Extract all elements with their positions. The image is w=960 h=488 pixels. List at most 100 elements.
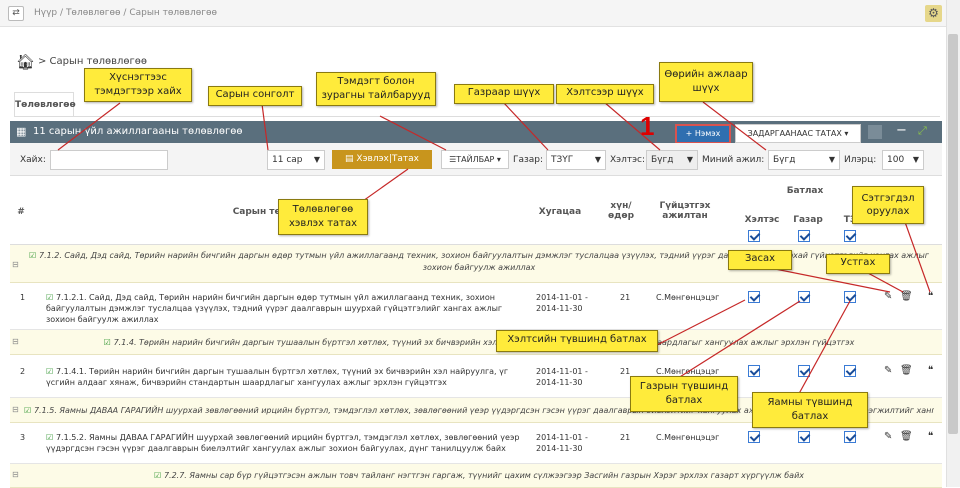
- breadcrumb-plan[interactable]: Төлөвлөгөө: [66, 8, 121, 18]
- callout-approve-dept: Хэлтсийн түвшинд батлах: [496, 330, 658, 352]
- tab-divider: [14, 116, 940, 117]
- dept-select[interactable]: ТЗҮГ ▼: [546, 150, 606, 170]
- level-select[interactable]: Бүгд ▼: [646, 150, 698, 170]
- chevron-down-icon: ▼: [594, 155, 601, 164]
- col-period[interactable]: Хугацаа: [530, 207, 590, 217]
- callout-approve-ministry: Яамны түвшинд батлах: [752, 392, 868, 428]
- tab-plan[interactable]: Төлөвлөгөө: [14, 92, 76, 117]
- row-period-end: 2014-11-30: [536, 378, 583, 387]
- group-title: ☑ 7.1.2. Сайд, Дэд сайд, Төрийн нарийн б…: [24, 250, 934, 274]
- home-icon[interactable]: 🏠︎: [16, 53, 35, 71]
- checkmark-icon: ☑: [46, 367, 56, 376]
- callout-search: Хүснэгтээс тэмдэгтээр хайх: [84, 68, 192, 102]
- panel-title: 11 сарын үйл ажиллагааны төлөвлөгөө: [33, 126, 243, 137]
- dept-label: Газар:: [513, 155, 544, 165]
- callout-level: Хэлтсээр шүүх: [556, 84, 654, 104]
- breadcrumb-home[interactable]: Нүүр: [34, 8, 57, 18]
- chevron-down-icon: ▼: [828, 155, 835, 164]
- pencil-icon[interactable]: ✎: [884, 365, 892, 376]
- row-name-text: 7.1.2.1. Сайд, Дэд сайд, Төрийн нарийн б…: [46, 293, 503, 324]
- row-name[interactable]: ☑ 7.1.2.1. Сайд, Дэд сайд, Төрийн нарийн…: [46, 292, 521, 325]
- gear-icon[interactable]: ⚙: [925, 5, 942, 22]
- row-days: 21: [620, 293, 631, 302]
- download-label: Хэвлэх|Татах: [356, 154, 419, 164]
- chevron-down-icon: ▼: [686, 155, 693, 164]
- approve-all-dept-checkbox[interactable]: [748, 230, 760, 242]
- comment-icon[interactable]: ❝: [928, 431, 933, 442]
- approve-dir-checkbox[interactable]: [798, 431, 810, 443]
- approve-dept-checkbox[interactable]: [748, 365, 760, 377]
- col-executor[interactable]: Гүйцэтгэх ажилтан: [650, 201, 720, 221]
- row-days: 21: [620, 433, 631, 442]
- approve-dir-checkbox[interactable]: [798, 291, 810, 303]
- approve-top-checkbox[interactable]: [844, 365, 856, 377]
- breadcrumb-separator: /: [123, 8, 127, 18]
- approve-dept-checkbox[interactable]: [748, 431, 760, 443]
- collapse-group-icon[interactable]: ⊟: [12, 405, 19, 414]
- calendar-icon: ▦: [16, 125, 27, 138]
- group-title: ☑ 7.1.4. Төрийн нарийн бичгийн даргын ту…: [24, 337, 934, 349]
- legend-dropdown[interactable]: ☰ТАЙЛБАР ▾: [441, 150, 509, 169]
- month-value: 11 сар: [272, 155, 303, 165]
- col-days[interactable]: хүн/ өдөр: [605, 201, 637, 221]
- add-button[interactable]: + Нэмэх: [675, 124, 731, 144]
- collapse-group-icon[interactable]: ⊟: [12, 470, 19, 479]
- mywork-value: Бүгд: [773, 155, 796, 165]
- approve-top-checkbox[interactable]: [844, 431, 856, 443]
- rows-select[interactable]: 100 ▼: [882, 150, 924, 170]
- rows-label: Илэрц:: [844, 155, 877, 165]
- checkmark-icon: ☑: [46, 433, 56, 442]
- step-number: 1: [640, 111, 655, 141]
- file-icon: ▤: [345, 154, 357, 164]
- comment-icon[interactable]: ❝: [928, 291, 933, 302]
- col-approve: Батлах: [786, 186, 824, 196]
- download-button[interactable]: ▤ Хэвлэх|Татах: [332, 150, 432, 169]
- row-period-end: 2014-11-30: [536, 444, 583, 453]
- page-title: > Сарын төлөвлөгөө: [38, 56, 147, 67]
- export-dropdown[interactable]: ЗАДАРГААНААС ТАТАХ ▾: [735, 124, 861, 143]
- expand-icon[interactable]: ⤢: [918, 124, 927, 138]
- callout-edit: Засах: [728, 250, 792, 270]
- breadcrumb-separator: /: [60, 8, 64, 18]
- month-select[interactable]: 11 сар ▼: [267, 150, 325, 170]
- trash-icon[interactable]: 🗑︎: [900, 431, 913, 442]
- callout-download: Төлөвлөгөө хэвлэх татах: [278, 199, 368, 235]
- row-name-text: 7.1.4.1. Төрийн нарийн бичгийн даргын ту…: [46, 367, 509, 387]
- approve-all-top-checkbox[interactable]: [844, 230, 856, 242]
- level-label: Хэлтэс:: [610, 155, 646, 165]
- chevron-down-icon: ▼: [313, 155, 320, 164]
- fullscreen-toggle[interactable]: [868, 125, 882, 139]
- approve-all-dir-checkbox[interactable]: [798, 230, 810, 242]
- collapse-group-icon[interactable]: ⊟: [12, 337, 19, 346]
- row-name[interactable]: ☑ 7.1.4.1. Төрийн нарийн бичгийн даргын …: [46, 366, 521, 388]
- pencil-icon[interactable]: ✎: [884, 431, 892, 442]
- comment-icon[interactable]: ❝: [928, 365, 933, 376]
- pencil-icon[interactable]: ✎: [884, 291, 892, 302]
- approve-dir-checkbox[interactable]: [798, 365, 810, 377]
- trash-icon[interactable]: 🗑︎: [900, 365, 913, 376]
- breadcrumb: Нүүр / Төлөвлөгөө / Сарын төлөвлөгөө: [34, 8, 217, 18]
- search-input[interactable]: [50, 150, 168, 170]
- row-name[interactable]: ☑ 7.1.5.2. Яамны ДАВАА ГАРАГИЙН шуурхай …: [46, 432, 521, 454]
- group-text: 7.1.4. Төрийн нарийн бичгийн даргын туша…: [113, 338, 855, 347]
- trash-icon[interactable]: 🗑︎: [900, 291, 913, 302]
- collapse-group-icon[interactable]: ⊟: [12, 260, 19, 269]
- callout-approve-dir: Газрын түвшинд батлах: [630, 376, 738, 412]
- mywork-select[interactable]: Бүгд ▼: [768, 150, 840, 170]
- level-value: Бүгд: [651, 155, 674, 165]
- breadcrumb-current: Сарын төлөвлөгөө: [129, 8, 217, 18]
- col-approve-dept: Хэлтэс: [744, 215, 780, 225]
- dept-value: ТЗҮГ: [551, 155, 574, 165]
- row-name-text: 7.1.5.2. Яамны ДАВАА ГАРАГИЙН шуурхай зө…: [46, 433, 520, 453]
- menu-toggle-icon[interactable]: ⇄: [8, 6, 24, 21]
- row-number: 1: [20, 293, 26, 302]
- scrollbar-thumb[interactable]: [948, 34, 958, 434]
- row-period-start: 2014-11-01 -: [536, 367, 588, 376]
- checkmark-icon: ☑: [24, 406, 34, 415]
- collapse-icon[interactable]: −: [896, 123, 907, 138]
- chevron-down-icon: ▼: [912, 155, 919, 164]
- approve-dept-checkbox[interactable]: [748, 291, 760, 303]
- search-label: Хайх:: [20, 155, 46, 165]
- row-executor: С.Мөнгөнцэцэг: [656, 433, 720, 442]
- approve-top-checkbox[interactable]: [844, 291, 856, 303]
